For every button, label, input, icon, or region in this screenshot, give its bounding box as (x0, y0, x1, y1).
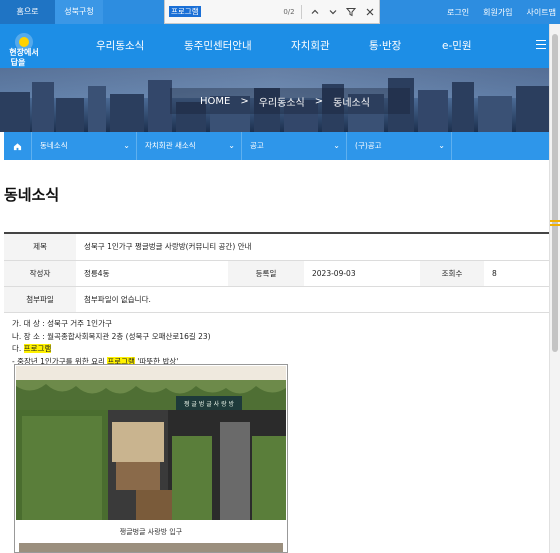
subnav-dropdown-news[interactable]: 동네소식 ⌄ (32, 132, 137, 160)
attachment-label: 첨부파일 (4, 286, 76, 313)
find-query: 프로그램 (169, 5, 201, 17)
body-line: 다. 프로그램 (12, 343, 211, 356)
post-info-table: 제목 성북구 1인가구 쩡글벙글 사랑방(커뮤니티 공간) 안내 작성자 정릉4… (4, 234, 549, 313)
logo-emblem[interactable]: 현장에서 답을 (2, 28, 46, 68)
nav-autonomous-hall[interactable]: 자치회관 (291, 24, 330, 68)
find-match-marker (550, 224, 560, 226)
table-row: 첨부파일 첨부파일이 없습니다. (4, 286, 549, 313)
post-body: 가. 대 상 : 성북구 거주 1인가구 나. 장 소 : 월곡종합사회복지관 … (12, 318, 211, 368)
signup-link[interactable]: 회원가입 (483, 7, 512, 18)
sitemap-link[interactable]: 사이트맵 (527, 7, 556, 18)
post-views: 8 (484, 260, 549, 287)
post-photo: 쩡 글 벙 글 사 랑 방 (16, 366, 286, 520)
svg-text:답을: 답을 (11, 57, 26, 67)
post-title: 성북구 1인가구 쩡글벙글 사랑방(커뮤니티 공간) 안내 (76, 234, 549, 261)
breadcrumb-home[interactable]: HOME (200, 96, 230, 107)
photo-caption: 쩡글벙글 사랑방 입구 (119, 528, 183, 536)
filter-icon (346, 7, 357, 16)
subnav-dropdown-hall-news[interactable]: 자치회관 새소식 ⌄ (137, 132, 242, 160)
chevron-down-icon (329, 9, 337, 14)
subnav-label: 공고 (250, 141, 264, 150)
body-text: 다. (12, 344, 24, 353)
body-line: 가. 대 상 : 성북구 거주 1인가구 (12, 319, 112, 328)
post-image-frame: 쩡 글 벙 글 사 랑 방 쩡글벙글 사랑방 입구 (14, 364, 288, 553)
subnav-label: 동네소식 (40, 141, 68, 150)
find-count: 0/2 (283, 7, 295, 16)
chevron-down-icon: ⌄ (438, 141, 445, 150)
second-photo-top (19, 543, 283, 552)
subnav-label: (구)공고 (355, 141, 382, 150)
find-next-button[interactable] (324, 0, 342, 24)
vertical-scrollbar[interactable] (549, 24, 560, 553)
svg-text:쩡 글 벙 글 사 랑 방: 쩡 글 벙 글 사 랑 방 (184, 400, 235, 408)
find-bar: 프로그램 0/2 (164, 0, 380, 24)
nav-community-center[interactable]: 동주민센터안내 (184, 24, 252, 68)
author-label: 작성자 (4, 260, 76, 287)
breadcrumb: HOME > 우리동소식 > 동네소식 (200, 93, 370, 109)
home-icon (13, 142, 22, 150)
table-row: 제목 성북구 1인가구 쩡글벙글 사랑방(커뮤니티 공간) 안내 (4, 234, 549, 261)
nav-tong-ban[interactable]: 통·반장 (369, 24, 401, 68)
find-input[interactable]: 프로그램 0/2 (169, 3, 295, 21)
chevron-down-icon: ⌄ (123, 141, 130, 150)
seongbuk-gu-link[interactable]: 성북구청 (55, 0, 103, 24)
find-previous-button[interactable] (306, 0, 324, 24)
search-highlight: 프로그램 (23, 344, 52, 353)
attachment-value: 첨부파일이 없습니다. (76, 286, 549, 313)
chevron-down-icon: ⌄ (333, 141, 340, 150)
views-label: 조회수 (420, 260, 484, 287)
chevron-up-icon (311, 9, 319, 14)
body-line: 나. 장 소 : 월곡종합사회복지관 2층 (성북구 오패산로16길 23) (12, 331, 211, 341)
scrollbar-thumb[interactable] (552, 34, 558, 352)
date-label: 등록일 (228, 260, 304, 287)
main-nav: 현장에서 답을 우리동소식 동주민센터안내 자치회관 통·반장 e-민원 (0, 24, 560, 68)
nav-news[interactable]: 우리동소식 (96, 24, 144, 68)
page-banner: HOME > 우리동소식 > 동네소식 (0, 68, 549, 132)
breadcrumb-level2[interactable]: 동네소식 (333, 94, 370, 109)
post-author: 정릉4동 (76, 260, 228, 287)
find-match-marker (550, 220, 560, 222)
post-date: 2023-09-03 (304, 260, 420, 287)
subnav-label: 자치회관 새소식 (145, 141, 196, 150)
hamburger-menu-icon[interactable] (536, 40, 546, 50)
table-row: 작성자 정릉4동 등록일 2023-09-03 조회수 8 (4, 260, 549, 287)
subnav-dropdown-notice[interactable]: 공고 ⌄ (242, 132, 347, 160)
chevron-down-icon: ⌄ (228, 141, 235, 150)
close-icon (366, 8, 374, 15)
page-title: 동네소식 (4, 186, 60, 204)
breadcrumb-separator: > (314, 95, 324, 107)
svg-text:현장에서: 현장에서 (9, 47, 38, 57)
find-separator (300, 4, 302, 19)
home-link[interactable]: 홈으로 (0, 0, 55, 24)
nav-e-civil[interactable]: e-민원 (442, 24, 472, 68)
title-label: 제목 (4, 234, 76, 261)
find-filter-button[interactable] (342, 0, 360, 24)
breadcrumb-separator: > (240, 95, 249, 107)
subnav-dropdown-old-notice[interactable]: (구)공고 ⌄ (347, 132, 452, 160)
login-link[interactable]: 로그인 (447, 7, 469, 18)
subnav-home-button[interactable] (4, 132, 32, 160)
sub-nav: 동네소식 ⌄ 자치회관 새소식 ⌄ 공고 ⌄ (구)공고 ⌄ (4, 132, 549, 160)
find-close-button[interactable] (361, 0, 379, 24)
breadcrumb-level1[interactable]: 우리동소식 (259, 94, 305, 109)
